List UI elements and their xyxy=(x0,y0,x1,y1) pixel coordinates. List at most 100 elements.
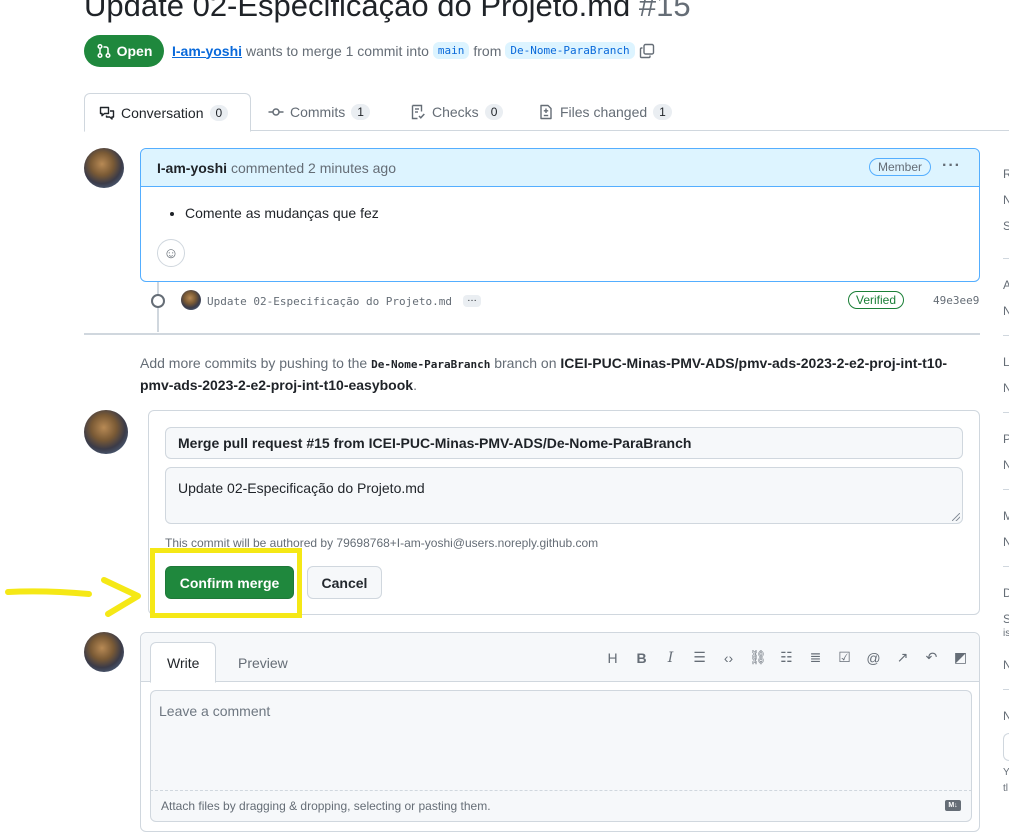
sidebar-fragment: N xyxy=(1003,535,1009,549)
pr-meta: I-am-yoshi wants to merge 1 commit into … xyxy=(172,42,655,59)
tab-label: Conversation xyxy=(121,104,204,121)
mention-icon[interactable]: @ xyxy=(865,650,882,666)
link-icon[interactable]: ⛓ xyxy=(749,649,767,666)
head-branch[interactable]: De-Nome-ParaBranch xyxy=(505,42,635,59)
tab-counter: 0 xyxy=(209,104,229,121)
avatar[interactable] xyxy=(84,632,124,672)
hint-prefix: Add more commits by pushing to the xyxy=(140,355,368,371)
cross-reference-icon[interactable]: ↗ xyxy=(894,649,911,666)
tab-conversation[interactable]: Conversation 0 xyxy=(84,93,251,132)
merge-title-input[interactable]: Merge pull request #15 from ICEI-PUC-Min… xyxy=(165,427,963,459)
list-item: Comente as mudanças que fez xyxy=(185,205,379,221)
commit-sha[interactable]: 49e3ee9 xyxy=(933,294,979,307)
tab-counter: 1 xyxy=(351,104,370,120)
slash-commands-icon[interactable]: ◩ xyxy=(952,649,969,666)
author-link[interactable]: I-am-yoshi xyxy=(172,43,242,59)
sidebar-fragment: D xyxy=(1003,586,1009,600)
sidebar-divider xyxy=(1003,335,1009,336)
tab-preview[interactable]: Preview xyxy=(222,642,304,683)
avatar[interactable] xyxy=(84,148,124,188)
git-pull-request-icon xyxy=(97,43,111,59)
tab-counter: 0 xyxy=(484,104,504,120)
sidebar-fragment: P xyxy=(1003,432,1009,446)
code-icon[interactable]: ‹› xyxy=(720,650,737,666)
tab-write[interactable]: Write xyxy=(150,642,217,683)
sidebar-fragment: is xyxy=(1003,628,1009,639)
pr-title: Update 02-Especificação do Projeto.md #1… xyxy=(84,0,691,24)
pr-title-text: Update 02-Especificação do Projeto.md xyxy=(84,0,631,23)
task-list-icon[interactable]: ☑ xyxy=(836,649,853,666)
comment-timestamp[interactable]: commented 2 minutes ago xyxy=(231,160,396,176)
copy-icon[interactable] xyxy=(639,43,655,59)
tab-label: Write xyxy=(167,654,200,671)
sidebar-button-fragment[interactable] xyxy=(1003,733,1009,761)
tab-commits[interactable]: Commits 1 xyxy=(254,93,384,131)
tab-label: Commits xyxy=(290,104,346,120)
commit-message[interactable]: Update 02-Especificação do Projeto.md xyxy=(207,295,452,308)
highlight-box xyxy=(150,548,302,618)
push-hint: Add more commits by pushing to the De-No… xyxy=(140,353,970,396)
markdown-toolbar: H B I ☰ ‹› ⛓ ☷ ≣ ☑ @ ↗ ↶ ◩ xyxy=(604,649,969,666)
resize-grip-icon[interactable] xyxy=(952,513,960,521)
sidebar-fragment: A xyxy=(1003,278,1009,292)
commit-expand-button[interactable]: … xyxy=(463,294,481,307)
smiley-icon[interactable]: ☺ xyxy=(157,239,185,267)
comment-composer: Write Preview H B I ☰ ‹› ⛓ ☷ ≣ ☑ @ ↗ ↶ ◩… xyxy=(140,632,980,832)
sidebar-fragment: L xyxy=(1003,355,1009,369)
comment-author[interactable]: I-am-yoshi xyxy=(157,160,227,176)
heading-icon[interactable]: H xyxy=(604,650,621,666)
merge-message-text: Update 02-Especificação do Projeto.md xyxy=(178,480,425,496)
sidebar-fragment: S xyxy=(1003,612,1009,626)
sidebar-fragment: M xyxy=(1003,509,1009,523)
sidebar-fragment: N xyxy=(1003,193,1009,207)
avatar[interactable] xyxy=(84,410,128,454)
sidebar-divider xyxy=(1003,566,1009,567)
sidebar-fragment: N xyxy=(1003,304,1009,318)
sidebar-fragment: N xyxy=(1003,458,1009,472)
tab-checks[interactable]: Checks 0 xyxy=(396,93,517,131)
checklist-icon xyxy=(411,104,425,120)
base-branch[interactable]: main xyxy=(432,42,470,59)
timeline-divider xyxy=(84,333,980,335)
reply-icon[interactable]: ↶ xyxy=(923,649,940,666)
attach-files-bar[interactable]: Attach files by dragging & dropping, sel… xyxy=(150,790,972,822)
ordered-list-icon[interactable]: ≣ xyxy=(807,649,824,666)
cancel-button[interactable]: Cancel xyxy=(307,566,382,599)
unordered-list-icon[interactable]: ☷ xyxy=(778,649,795,666)
sidebar-fragment: Y xyxy=(1003,767,1009,778)
markdown-icon[interactable]: M↓ xyxy=(945,800,961,811)
attach-text: Attach files by dragging & dropping, sel… xyxy=(161,799,491,813)
sidebar-fragment: tl xyxy=(1003,783,1008,794)
tab-label: Files changed xyxy=(560,104,648,120)
kebab-icon[interactable]: ··· xyxy=(942,157,961,175)
italic-icon[interactable]: I xyxy=(662,650,679,666)
hint-middle: branch on xyxy=(494,355,557,371)
comment-discussion-icon xyxy=(99,106,115,120)
file-diff-icon xyxy=(540,104,552,120)
tab-label: Preview xyxy=(238,654,288,671)
sidebar-fragment: S xyxy=(1003,219,1009,233)
verified-badge[interactable]: Verified xyxy=(848,291,905,309)
comment-header: I-am-yoshi commented 2 minutes ago Membe… xyxy=(141,149,979,187)
avatar[interactable] xyxy=(181,290,201,310)
comment-box: I-am-yoshi commented 2 minutes ago Membe… xyxy=(140,148,980,282)
comment-textarea[interactable]: Leave a comment xyxy=(150,690,972,790)
git-commit-icon xyxy=(268,108,284,116)
merge-text: wants to merge 1 commit into xyxy=(246,42,429,59)
member-badge: Member xyxy=(868,158,931,176)
quote-icon[interactable]: ☰ xyxy=(691,649,708,666)
bold-icon[interactable]: B xyxy=(633,650,650,666)
merge-message-textarea[interactable]: Update 02-Especificação do Projeto.md xyxy=(165,467,963,524)
composer-header: Write Preview H B I ☰ ‹› ⛓ ☷ ≣ ☑ @ ↗ ↶ ◩ xyxy=(141,633,979,683)
arrow-annotation-icon xyxy=(5,577,141,617)
sidebar-divider xyxy=(1003,489,1009,490)
sidebar-fragment: R xyxy=(1003,167,1009,181)
sidebar-divider xyxy=(1003,412,1009,413)
git-commit-icon xyxy=(151,294,165,308)
tab-files-changed[interactable]: Files changed 1 xyxy=(524,93,686,131)
sidebar-fragment: N xyxy=(1003,381,1009,395)
tab-label: Checks xyxy=(432,104,479,120)
commit-row: Update 02-Especificação do Projeto.md … … xyxy=(147,290,983,312)
tab-counter: 1 xyxy=(653,104,672,120)
state-badge: Open xyxy=(84,35,164,67)
